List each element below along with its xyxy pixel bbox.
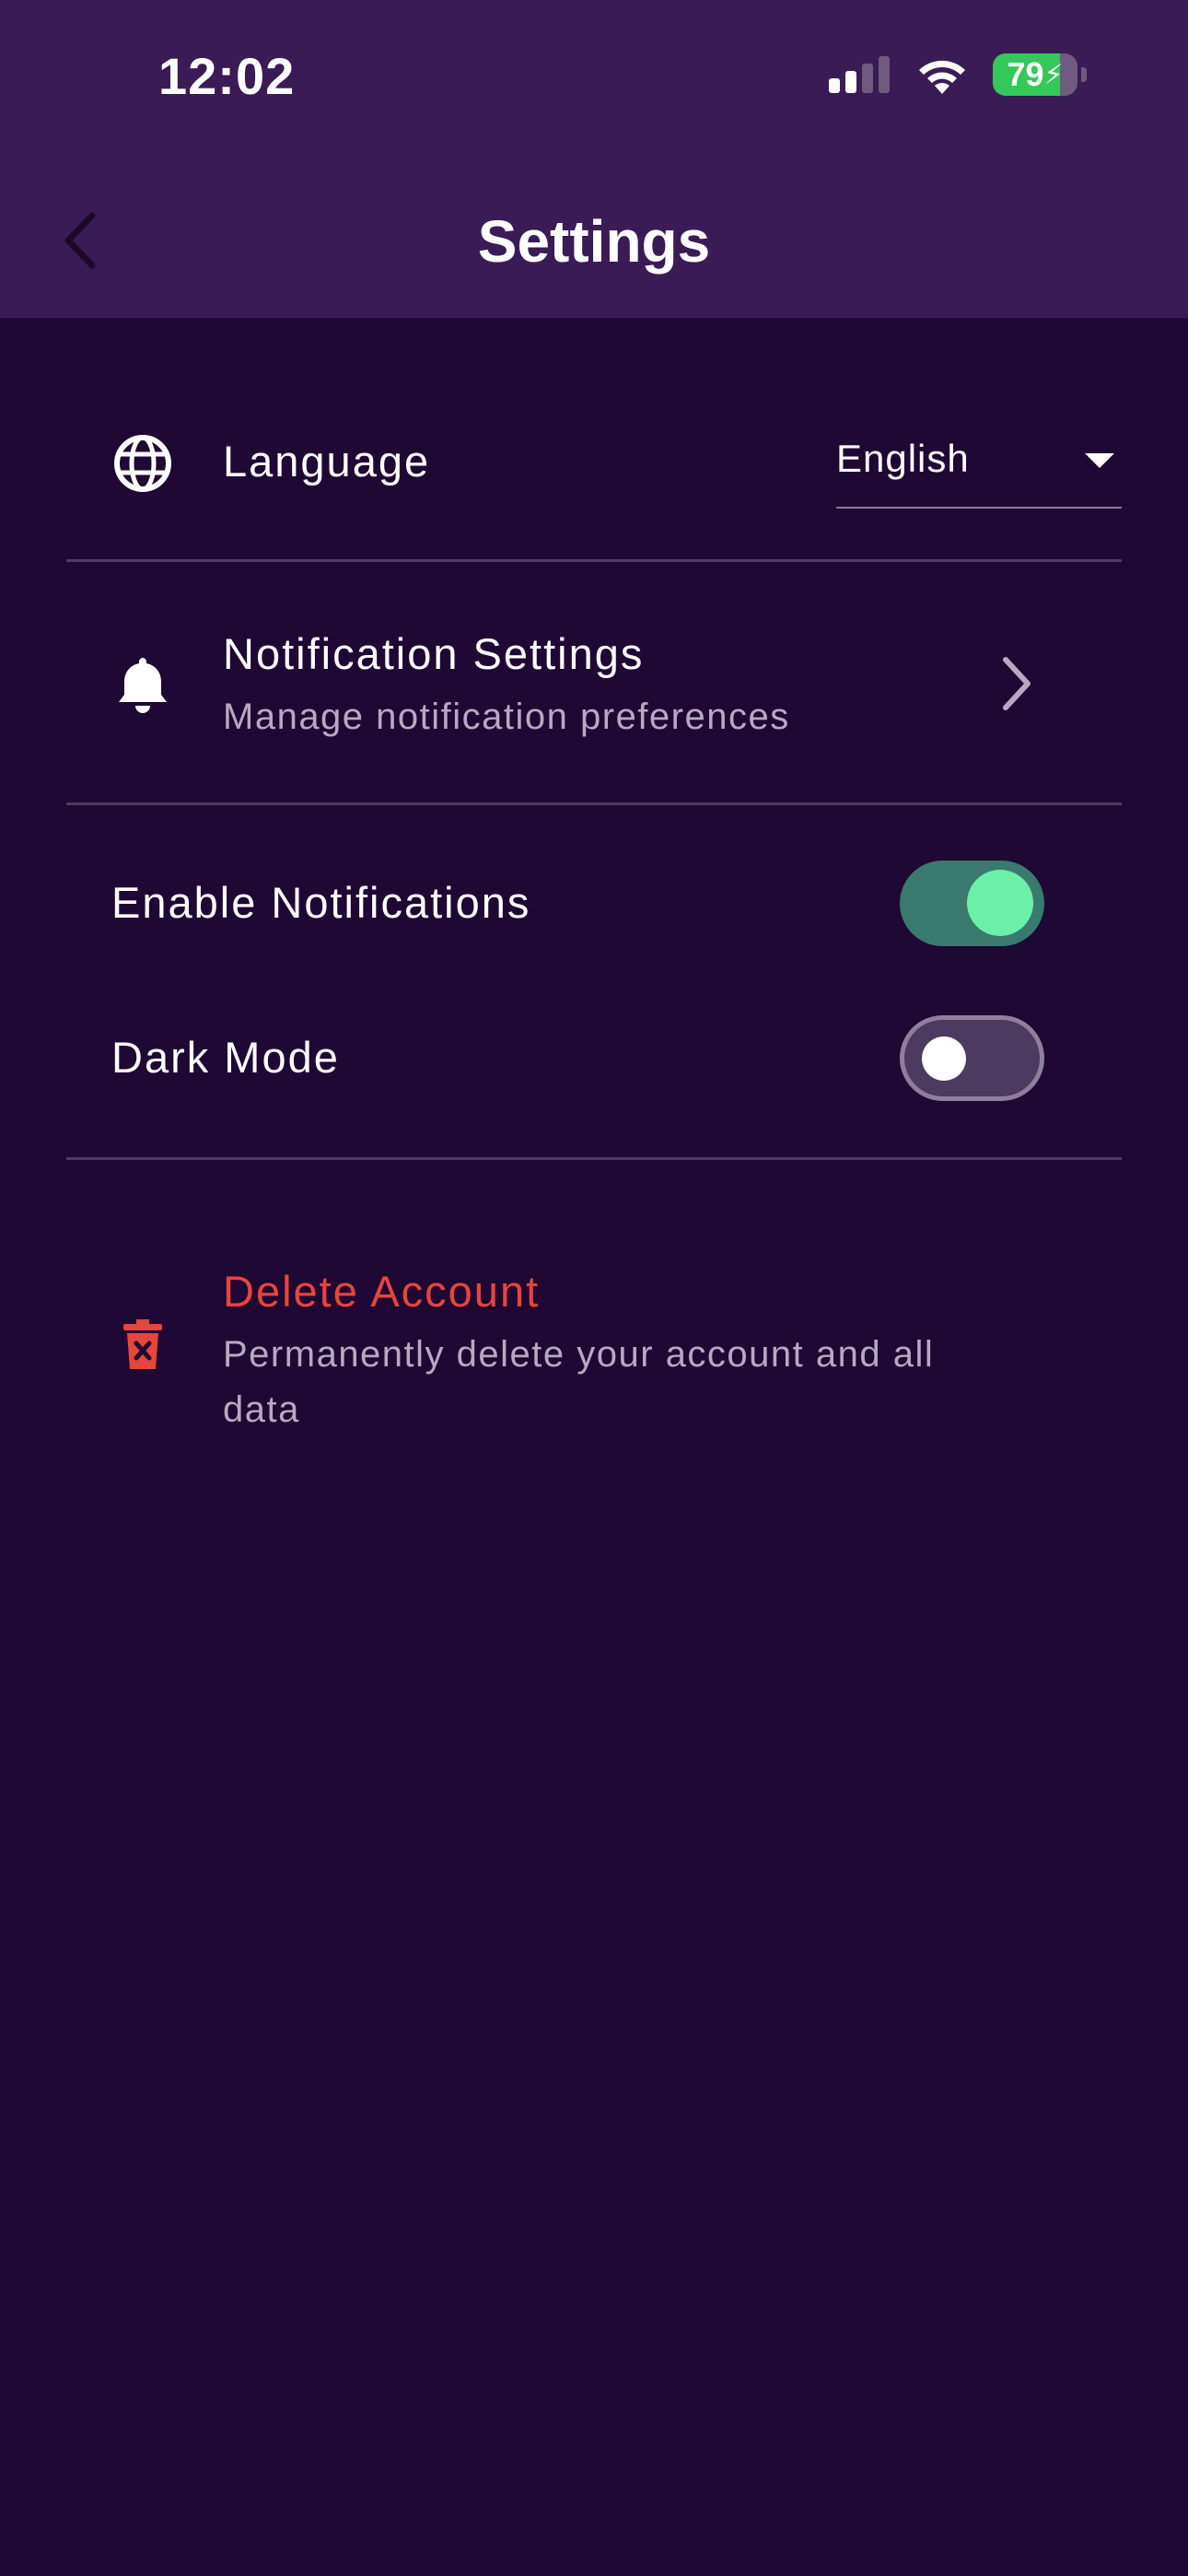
delete-account-subtitle-line1: Permanently delete your account and all	[223, 1334, 935, 1375]
delete-account-row[interactable]: Delete Account Permanently delete your a…	[66, 1244, 1122, 1446]
status-time: 12:02	[158, 47, 296, 105]
globe-icon	[114, 435, 171, 492]
settings-screen: 12:02 79 ⚡ Settings Language English Not…	[0, 0, 1188, 2576]
notification-settings-row[interactable]: Notification Settings Manage notificatio…	[66, 590, 1122, 802]
battery-indicator: 79 ⚡	[993, 53, 1077, 96]
wifi-icon	[919, 60, 965, 94]
header-bar: 12:02 79 ⚡ Settings	[0, 0, 1188, 318]
charging-bolt-icon: ⚡	[1043, 59, 1064, 90]
divider	[66, 559, 1122, 562]
battery-level: 79	[1007, 55, 1044, 93]
divider	[66, 1157, 1122, 1160]
dark-mode-toggle[interactable]	[900, 1015, 1044, 1101]
bell-icon	[119, 658, 167, 713]
enable-notifications-label: Enable Notifications	[111, 878, 531, 927]
trash-icon	[123, 1319, 162, 1369]
caret-down-icon	[1085, 453, 1114, 468]
dark-mode-label: Dark Mode	[111, 1033, 340, 1082]
enable-notifications-toggle[interactable]	[900, 861, 1044, 946]
delete-account-label: Delete Account	[223, 1267, 541, 1316]
battery-cap	[1081, 67, 1087, 82]
toggle-knob	[967, 870, 1033, 936]
notification-settings-subtitle: Manage notification preferences	[223, 697, 790, 737]
chevron-right-icon	[1003, 657, 1031, 710]
status-icons: 79 ⚡	[827, 53, 1087, 96]
notification-settings-label: Notification Settings	[223, 629, 645, 678]
page-title: Settings	[477, 208, 711, 275]
cellular-signal-icon	[829, 56, 890, 93]
divider	[66, 802, 1122, 805]
language-dropdown[interactable]: English	[836, 433, 1122, 509]
toggle-knob	[922, 1036, 966, 1081]
language-label: Language	[223, 437, 431, 486]
language-selected: English	[836, 437, 970, 480]
delete-account-subtitle-line2: data	[223, 1389, 300, 1430]
